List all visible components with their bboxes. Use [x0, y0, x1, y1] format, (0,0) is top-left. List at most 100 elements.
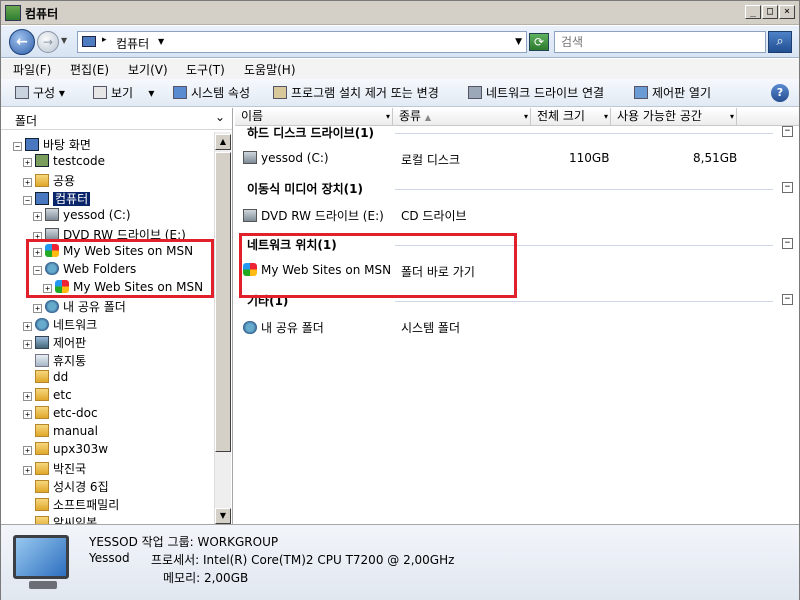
collapse-icon[interactable]: − — [13, 142, 22, 151]
folder-tree: − 바탕 화면 + testcode + 공용 − 컴퓨터 + yessod (C:) +… — [1, 134, 213, 524]
collapse-icon[interactable]: − — [782, 126, 793, 137]
list-item-drive-c[interactable]: yessod (C:) 로컬 디스크 110GB 8,51GB — [235, 148, 799, 170]
expand-icon[interactable]: + — [23, 410, 32, 419]
folder-icon — [35, 480, 49, 493]
command-bar: 구성 ▾ 보기 ▾ 시스템 속성 프로그램 설치 제거 또는 변경 네트워크 드… — [1, 79, 799, 107]
tree-item-etc[interactable]: + etc — [23, 388, 72, 406]
menu-view[interactable]: 보기(V) — [128, 61, 168, 78]
organize-button[interactable]: 구성 ▾ — [15, 84, 65, 101]
menu-file[interactable]: 파일(F) — [13, 61, 51, 78]
collapse-icon[interactable]: − — [23, 196, 32, 205]
open-control-panel-button[interactable]: 제어판 열기 — [634, 84, 711, 101]
group-header-hard-drives[interactable]: 하드 디스크 드라이브(1) − — [235, 122, 799, 144]
explorer-window: 컴퓨터 _ □ × ← → ▼ ▸ 컴퓨터 ▼ ▼ ⟳ ⌕ 파일(F) 편집(E… — [0, 0, 800, 600]
collapse-icon[interactable]: − — [782, 182, 793, 193]
search-box[interactable] — [554, 31, 766, 53]
computer-icon — [82, 36, 96, 47]
collapse-icon[interactable]: − — [782, 238, 793, 249]
control-panel-icon — [634, 86, 648, 99]
tree-item-recycle-bin[interactable]: 휴지통 — [23, 352, 86, 370]
folder-icon — [35, 370, 49, 383]
breadcrumb-separator[interactable]: ▸ — [102, 35, 107, 45]
tree-item-shared-folder[interactable]: + 내 공유 폴더 — [33, 298, 126, 316]
expand-icon[interactable]: + — [23, 158, 32, 167]
folder-pane-title: 폴더 — [15, 114, 38, 128]
forward-button[interactable]: → — [37, 31, 59, 53]
close-button[interactable]: × — [779, 5, 795, 19]
view-icon — [93, 86, 107, 99]
folder-pane-header[interactable]: 폴더 ⌄ — [1, 108, 232, 130]
folder-icon — [35, 424, 49, 437]
tree-item-control-panel[interactable]: + 제어판 — [23, 334, 86, 352]
tree-item-album[interactable]: 성시경 6집 — [23, 478, 109, 496]
window-title: 컴퓨터 — [25, 7, 59, 21]
tree-item-network[interactable]: + 네트워크 — [23, 316, 97, 334]
expand-icon[interactable]: + — [23, 446, 32, 455]
menu-edit[interactable]: 편집(E) — [70, 61, 109, 78]
processor-info: 프로세서: Intel(R) Core(TM)2 CPU T7200 @ 2,0… — [151, 553, 455, 567]
computer-icon — [35, 192, 49, 205]
tree-item-public[interactable]: + 공용 — [23, 172, 75, 190]
expand-icon[interactable]: + — [23, 322, 32, 331]
list-item-dvd-drive[interactable]: DVD RW 드라이브 (E:) CD 드라이브 — [235, 204, 799, 226]
chevron-down-icon[interactable]: ⌄ — [215, 110, 225, 124]
maximize-button[interactable]: □ — [762, 5, 778, 19]
expand-icon[interactable]: + — [23, 340, 32, 349]
folder-icon — [35, 498, 49, 511]
menu-tools[interactable]: 도구(T) — [186, 61, 225, 78]
computer-description: Yessod — [89, 551, 130, 565]
tree-item-manual[interactable]: manual — [23, 424, 98, 442]
back-button[interactable]: ← — [9, 29, 35, 55]
expand-icon[interactable]: + — [23, 392, 32, 401]
user-folder-icon — [35, 154, 49, 167]
minimize-button[interactable]: _ — [745, 5, 761, 19]
address-bar[interactable]: ▸ 컴퓨터 ▼ ▼ — [77, 31, 527, 53]
address-history-dropdown[interactable]: ▼ — [515, 37, 522, 47]
folder-icon — [35, 406, 49, 419]
tree-item-etc-doc[interactable]: + etc-doc — [23, 406, 98, 424]
help-icon[interactable]: ? — [771, 84, 789, 102]
uninstall-program-button[interactable]: 프로그램 설치 제거 또는 변경 — [273, 84, 439, 101]
recent-pages-dropdown[interactable]: ▼ — [61, 36, 67, 45]
tree-item-park[interactable]: + 박진국 — [23, 460, 86, 478]
system-properties-button[interactable]: 시스템 속성 — [173, 84, 250, 101]
collapse-icon[interactable]: − — [782, 294, 793, 305]
tree-item-softfamily[interactable]: 소프트패밀리 — [23, 496, 119, 514]
map-network-drive-button[interactable]: 네트워크 드라이브 연결 — [468, 84, 604, 101]
recycle-bin-icon — [35, 354, 49, 367]
search-input[interactable] — [559, 33, 759, 51]
scroll-thumb[interactable] — [215, 152, 231, 452]
tree-item-alsee[interactable]: 알씨읽봉 — [23, 514, 97, 524]
scroll-down-button[interactable]: ▼ — [215, 508, 231, 524]
tree-item-drive-c[interactable]: + yessod (C:) — [33, 208, 131, 226]
folder-icon — [35, 462, 49, 475]
group-header-removable[interactable]: 이동식 미디어 장치(1) − — [235, 178, 799, 200]
title-bar[interactable]: 컴퓨터 _ □ × — [1, 1, 799, 25]
content-pane: 이름 ▾ 종류 ▲ ▾ 전체 크기 ▾ 사용 가능한 공간 ▾ 하드 디스크 드라이브(… — [235, 108, 799, 524]
folder-icon — [35, 516, 49, 524]
scroll-up-button[interactable]: ▲ — [215, 134, 231, 150]
chevron-down-icon[interactable]: ▼ — [158, 37, 164, 46]
tree-item-upx303w[interactable]: + upx303w — [23, 442, 108, 460]
computer-monitor-icon — [13, 535, 69, 579]
folder-pane-scrollbar[interactable]: ▲ ▼ — [214, 132, 231, 524]
folder-icon — [35, 174, 49, 187]
folder-icon — [35, 388, 49, 401]
tree-item-computer[interactable]: − 컴퓨터 — [23, 190, 91, 208]
details-pane: YESSOD 작업 그룹: WORKGROUP Yessod 프로세서: Int… — [1, 524, 799, 600]
tree-item-dd[interactable]: dd — [23, 370, 68, 388]
list-item-shared-folder[interactable]: 내 공유 폴더 시스템 폴더 — [235, 316, 799, 338]
expand-icon[interactable]: + — [23, 466, 32, 475]
programs-icon — [273, 86, 287, 99]
view-button[interactable]: 보기 ▾ — [93, 84, 154, 101]
menu-help[interactable]: 도움말(H) — [244, 61, 296, 78]
tree-item-desktop[interactable]: − 바탕 화면 — [13, 136, 91, 154]
expand-icon[interactable]: + — [33, 304, 42, 313]
breadcrumb-computer[interactable]: 컴퓨터 — [116, 35, 149, 52]
folder-icon — [35, 442, 49, 455]
expand-icon[interactable]: + — [33, 212, 42, 221]
search-icon[interactable]: ⌕ — [768, 31, 792, 53]
tree-item-testcode[interactable]: + testcode — [23, 154, 105, 172]
refresh-button[interactable]: ⟳ — [529, 33, 549, 51]
expand-icon[interactable]: + — [23, 178, 32, 187]
